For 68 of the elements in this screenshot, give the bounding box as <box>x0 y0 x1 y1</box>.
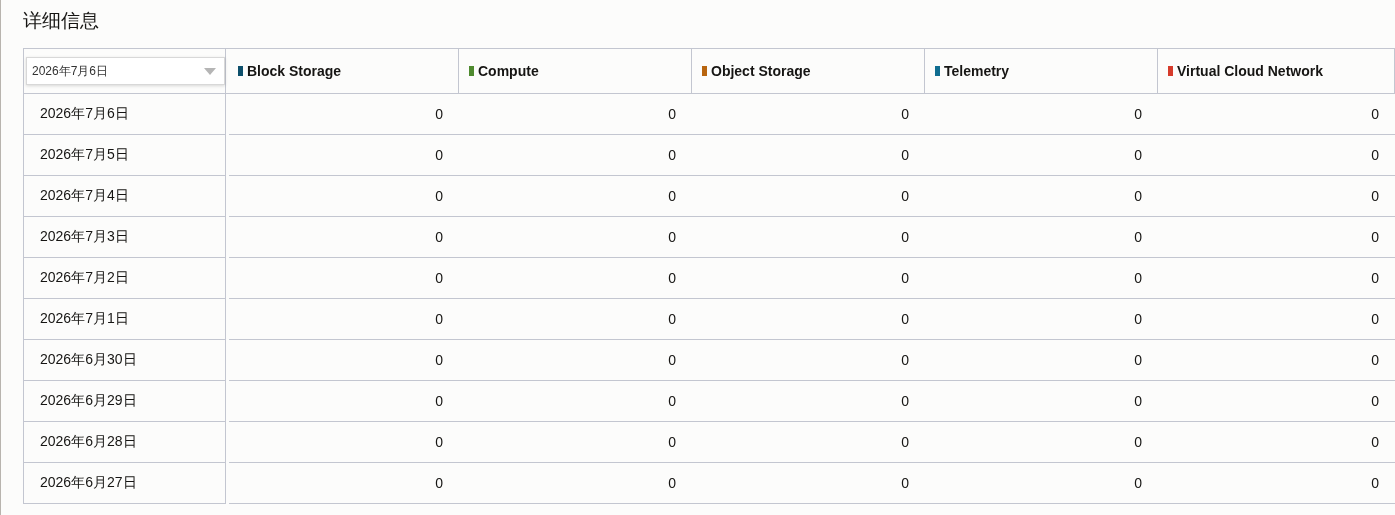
column-header: Block Storage <box>247 63 342 79</box>
date-cell: 2026年6月29日 <box>24 381 226 422</box>
column-header: Compute <box>478 63 539 79</box>
table-cell: 0 <box>925 258 1158 299</box>
table-cell: 0 <box>925 135 1158 176</box>
table-cell: 0 <box>1158 94 1395 135</box>
table-cell: 0 <box>229 340 459 381</box>
table-cell: 0 <box>229 135 459 176</box>
column-header: Telemetry <box>944 63 1010 79</box>
table-cell: 0 <box>1158 299 1395 340</box>
date-cell: 2026年7月6日 <box>24 94 226 135</box>
date-cell: 2026年7月3日 <box>24 217 226 258</box>
table-cell: 0 <box>229 422 459 463</box>
table-cell: 0 <box>459 217 692 258</box>
section-title: 详细信息 <box>23 9 100 33</box>
table-cell: 0 <box>692 258 925 299</box>
table-cell: 0 <box>459 299 692 340</box>
table-cell: 0 <box>1158 258 1395 299</box>
table-cell: 0 <box>229 381 459 422</box>
column-header: Object Storage <box>711 63 811 79</box>
table-cell: 0 <box>229 217 459 258</box>
table-cell: 0 <box>925 340 1158 381</box>
caret-icon <box>204 67 216 75</box>
table-cell: 0 <box>692 217 925 258</box>
table-cell: 0 <box>692 381 925 422</box>
table-cell: 0 <box>925 217 1158 258</box>
table-cell: 0 <box>459 176 692 217</box>
table-cell: 0 <box>229 176 459 217</box>
table-cell: 0 <box>692 340 925 381</box>
table-cell: 0 <box>229 463 459 504</box>
table-cell: 0 <box>1158 381 1395 422</box>
table-cell: 0 <box>1158 422 1395 463</box>
date-cell: 2026年7月1日 <box>24 299 226 340</box>
table-cell: 0 <box>459 463 692 504</box>
date-cell: 2026年7月4日 <box>24 176 226 217</box>
table-cell: 0 <box>459 422 692 463</box>
table-cell: 0 <box>1158 340 1395 381</box>
table-cell: 0 <box>229 94 459 135</box>
table-cell: 0 <box>692 299 925 340</box>
table-cell: 0 <box>692 94 925 135</box>
date-cell: 2026年6月28日 <box>24 422 226 463</box>
table-cell: 0 <box>459 135 692 176</box>
column-header: Virtual Cloud Network <box>1177 63 1323 79</box>
table-cell: 0 <box>1158 176 1395 217</box>
table-cell: 0 <box>692 463 925 504</box>
table-cell: 0 <box>925 381 1158 422</box>
table-cell: 0 <box>459 340 692 381</box>
table-cell: 0 <box>692 176 925 217</box>
table-cell: 0 <box>925 463 1158 504</box>
date-cell: 2026年6月30日 <box>24 340 226 381</box>
table-cell: 0 <box>229 258 459 299</box>
table-cell: 0 <box>229 299 459 340</box>
date-cell: 2026年7月5日 <box>24 135 226 176</box>
table-cell: 0 <box>1158 463 1395 504</box>
date-dropdown[interactable]: 2026年7月6日 <box>26 57 225 85</box>
table-cell: 0 <box>925 176 1158 217</box>
table-cell: 0 <box>925 299 1158 340</box>
table-cell: 0 <box>925 94 1158 135</box>
table-cell: 0 <box>459 258 692 299</box>
table-cell: 0 <box>459 381 692 422</box>
table-cell: 0 <box>459 94 692 135</box>
table-cell: 0 <box>1158 217 1395 258</box>
table-cell: 0 <box>692 135 925 176</box>
table-cell: 0 <box>1158 135 1395 176</box>
table-cell: 0 <box>925 422 1158 463</box>
date-cell: 2026年6月27日 <box>24 463 226 504</box>
table-cell: 0 <box>692 422 925 463</box>
date-cell: 2026年7月2日 <box>24 258 226 299</box>
